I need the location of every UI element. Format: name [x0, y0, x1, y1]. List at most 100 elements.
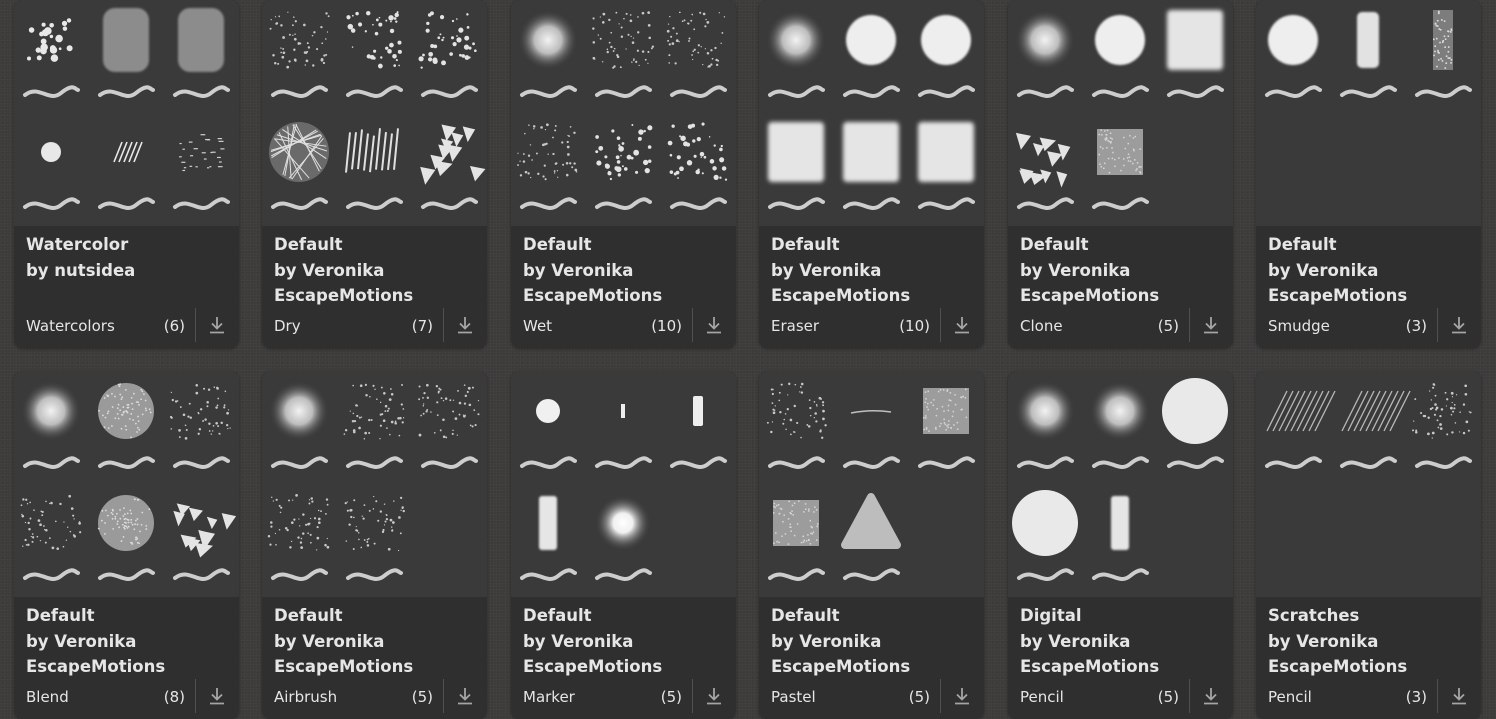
brush-stamp-tallbar [1092, 496, 1149, 581]
brush-count: (3) [1405, 688, 1427, 706]
pack-category: Marker [523, 688, 575, 706]
pack-category: Pastel [771, 688, 816, 706]
pack-name: Digital [1020, 606, 1082, 625]
download-button[interactable] [449, 680, 481, 712]
brush-pack-card[interactable]: Default by Veronika EscapeMotions Smudge… [1256, 0, 1481, 348]
brush-stamp-triangle [841, 493, 901, 581]
brush-pack-card[interactable]: Default by Veronika EscapeMotions Dry (7… [262, 0, 487, 348]
brush-pack-card[interactable]: Default by Veronika EscapeMotions Marker… [511, 371, 736, 719]
brush-preview-canvas [766, 382, 975, 581]
download-icon [1204, 688, 1218, 705]
brush-preview-canvas [23, 8, 230, 210]
brush-stamp-specks [343, 383, 405, 469]
download-button[interactable] [698, 309, 730, 341]
brush-preview [759, 0, 984, 226]
pack-category: Pencil [1268, 688, 1312, 706]
pack-author: by Veronika [771, 260, 882, 280]
brush-preview-canvas [517, 10, 728, 210]
brush-count: (5) [660, 688, 682, 706]
brush-preview [759, 371, 984, 597]
brush-stamp-noisecircle [97, 495, 155, 581]
brush-pack-card[interactable]: Default by Veronika EscapeMotions Clone … [1008, 0, 1233, 348]
brush-stamp-blurrect [98, 8, 155, 98]
pack-category: Smudge [1268, 317, 1330, 335]
brush-pack-card[interactable]: Default by Veronika EscapeMotions Pastel… [759, 371, 984, 719]
download-button[interactable] [1443, 680, 1475, 712]
brush-stamp-specks [267, 494, 330, 581]
brush-pack-card[interactable]: Default by Veronika EscapeMotions Wet (1… [511, 0, 736, 348]
brush-stamp-specks [269, 11, 330, 98]
brush-stamp-splatter [418, 11, 478, 98]
pack-author: by Veronika [1020, 260, 1131, 280]
brush-count: (7) [411, 317, 433, 335]
brush-stamp-circle [1092, 15, 1149, 98]
download-button[interactable] [946, 680, 978, 712]
brush-stamp-square [1167, 10, 1224, 98]
pack-title: Watercolor by nutsidea [26, 232, 231, 283]
pack-title: Default by Veronika EscapeMotions [771, 232, 976, 309]
brush-pack-card[interactable]: Watercolor by nutsidea Watercolors (6) [14, 0, 239, 348]
brush-stamp-diaglines [1340, 390, 1411, 469]
brush-pack-card[interactable]: Default by Veronika EscapeMotions Eraser… [759, 0, 984, 348]
pack-name: Default [274, 606, 343, 625]
download-button[interactable] [946, 309, 978, 341]
brush-stamp-noisesquare [918, 388, 975, 469]
download-button[interactable] [1443, 309, 1475, 341]
pack-author: by Veronika [523, 260, 634, 280]
brush-preview [511, 0, 736, 226]
brush-pack-card[interactable]: Default by Veronika EscapeMotions Airbru… [262, 371, 487, 719]
pack-author: by Veronika [1020, 631, 1131, 651]
download-button[interactable] [1195, 309, 1227, 341]
pack-footer: Pencil (5) [1008, 679, 1233, 719]
download-button[interactable] [201, 680, 233, 712]
download-icon [1452, 317, 1466, 334]
brush-stamp-softcircle [1090, 381, 1150, 469]
brush-preview-canvas [1015, 10, 1224, 210]
divider [195, 679, 196, 713]
pack-name: Default [26, 606, 95, 625]
brush-preview-canvas [1012, 378, 1228, 581]
download-icon [707, 317, 721, 334]
brush-preview-canvas [1265, 383, 1472, 469]
brush-stamp-specks [666, 11, 727, 98]
brush-stamp-specks [418, 383, 480, 469]
divider [1437, 308, 1438, 342]
pack-author-org: EscapeMotions [274, 286, 414, 305]
download-button[interactable] [698, 680, 730, 712]
download-button[interactable] [201, 309, 233, 341]
pack-footer: Pencil (3) [1256, 679, 1481, 719]
pack-title: Digital by Veronika EscapeMotions [1020, 603, 1225, 680]
pack-category: Dry [274, 317, 301, 335]
brush-pack-card[interactable]: Scratches by Veronika EscapeMotions Penc… [1256, 371, 1481, 719]
brush-stamp-circle [918, 15, 975, 98]
brush-stamp-diaglines [1265, 390, 1336, 469]
divider [443, 679, 444, 713]
pack-author: by Veronika [274, 631, 385, 651]
brush-count: (6) [163, 317, 185, 335]
brush-stamp-thinline [843, 409, 900, 469]
brush-stamp-noisecircle [98, 383, 155, 469]
brush-stamp-softcircle [269, 381, 329, 469]
divider [940, 308, 941, 342]
brush-pack-card[interactable]: Default by Veronika EscapeMotions Blend … [14, 371, 239, 719]
pack-title: Default by Veronika EscapeMotions [523, 603, 728, 680]
brush-count: (10) [899, 317, 930, 335]
pack-title: Default by Veronika EscapeMotions [274, 232, 479, 309]
download-button[interactable] [1195, 680, 1227, 712]
brush-stamp-softcircle [21, 381, 81, 469]
brush-stamp-square [843, 122, 900, 210]
brush-stamp-bigcircle [1012, 490, 1078, 581]
download-icon [955, 317, 969, 334]
download-button[interactable] [449, 309, 481, 341]
brush-preview-canvas [269, 10, 486, 210]
brush-library-grid: Watercolor by nutsidea Watercolors (6) D… [14, 0, 1484, 719]
download-icon [955, 688, 969, 705]
brush-pack-card[interactable]: Digital by Veronika EscapeMotions Pencil… [1008, 371, 1233, 719]
brush-stamp-dot [23, 142, 80, 210]
brush-stamp-circle [843, 15, 900, 98]
pack-category: Clone [1020, 317, 1063, 335]
brush-stamp-tallnoise [1415, 10, 1472, 98]
pack-author-org: EscapeMotions [523, 657, 663, 676]
divider [940, 679, 941, 713]
brush-stamp-hatch [98, 141, 155, 210]
